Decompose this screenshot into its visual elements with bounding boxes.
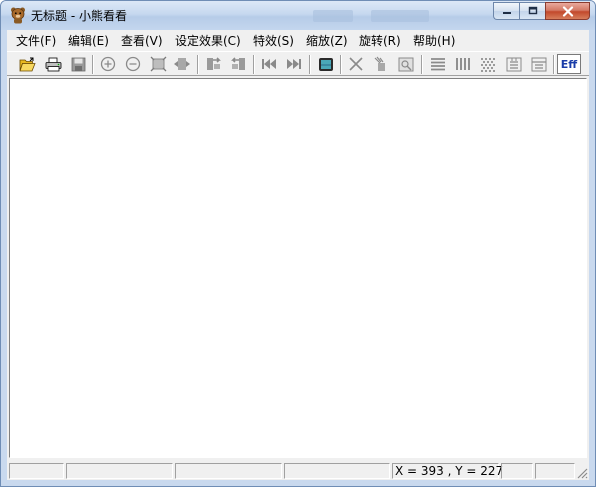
print-icon	[45, 57, 61, 71]
background-blur	[313, 10, 353, 22]
paint-icon	[374, 56, 385, 71]
menu-effects[interactable]: 设定效果(C)	[175, 32, 241, 49]
menu-bar: 文件(F) 编辑(E) 查看(V) 设定效果(C) 特效(S) 缩放(Z) 旋转…	[7, 30, 589, 50]
menu-help[interactable]: 帮助(H)	[413, 32, 455, 49]
caption-buttons	[493, 2, 590, 21]
minimize-icon	[502, 12, 511, 14]
toolbar: Eff	[7, 51, 589, 76]
status-panel	[66, 463, 173, 479]
status-panel	[501, 463, 533, 479]
rotate-left-button[interactable]	[204, 55, 222, 73]
toolbar-separator	[92, 55, 94, 74]
toolbar-separator	[340, 55, 342, 74]
window-title: 无标题 - 小熊看看	[31, 9, 127, 23]
mosaic-icon	[481, 57, 495, 72]
next-image-button[interactable]	[285, 55, 303, 73]
previous-image-button[interactable]	[260, 55, 278, 73]
effect-button[interactable]: Eff	[557, 54, 581, 74]
status-panel	[9, 463, 64, 479]
client-area: 文件(F) 编辑(E) 查看(V) 设定效果(C) 特效(S) 缩放(Z) 旋转…	[7, 30, 589, 480]
actual-size-button[interactable]	[173, 55, 191, 73]
bear-app-icon	[11, 7, 25, 24]
minimize-button[interactable]	[493, 2, 519, 20]
toolbar-separator	[309, 55, 311, 74]
status-panel	[175, 463, 282, 479]
rotate-right-button[interactable]	[229, 55, 247, 73]
status-panel	[535, 463, 575, 479]
close-icon	[562, 5, 573, 17]
rotate-left-icon	[206, 57, 221, 70]
horizontal-lines-button[interactable]	[429, 55, 447, 73]
previous-image-icon	[262, 59, 276, 69]
toolbar-separator	[253, 55, 255, 74]
thumbnail-icon	[398, 57, 414, 71]
effect-a-icon	[506, 57, 522, 71]
vertical-lines-button[interactable]	[454, 55, 472, 73]
horizontal-lines-icon	[431, 58, 445, 71]
effect-b-icon	[531, 57, 547, 71]
open-folder-icon	[18, 57, 36, 71]
actual-size-icon	[174, 58, 190, 70]
fit-window-icon	[150, 56, 166, 72]
vertical-lines-icon	[456, 58, 470, 70]
menu-special[interactable]: 特效(S)	[253, 32, 294, 49]
zoom-out-icon	[125, 56, 141, 72]
paint-button[interactable]	[372, 55, 390, 73]
zoom-in-icon	[100, 56, 116, 72]
open-button[interactable]	[18, 55, 36, 73]
delete-icon	[349, 57, 363, 71]
print-button[interactable]	[44, 55, 62, 73]
menu-rotate[interactable]: 旋转(R)	[359, 32, 401, 49]
delete-button[interactable]	[347, 55, 365, 73]
zoom-in-button[interactable]	[99, 55, 117, 73]
toolbar-separator	[421, 55, 423, 74]
menu-edit[interactable]: 编辑(E)	[68, 32, 109, 49]
maximize-icon	[528, 6, 537, 15]
rotate-right-icon	[230, 57, 245, 70]
image-canvas[interactable]	[9, 78, 587, 458]
toolbar-separator	[553, 55, 555, 74]
menu-view[interactable]: 查看(V)	[121, 32, 163, 49]
status-panel	[284, 463, 390, 479]
fullscreen-icon	[319, 57, 333, 71]
thumbnail-button[interactable]	[397, 55, 415, 73]
menu-file[interactable]: 文件(F)	[16, 32, 56, 49]
title-bar[interactable]: 无标题 - 小熊看看	[1, 1, 595, 30]
status-coordinates: X = 393 , Y = 227	[392, 463, 503, 479]
menu-zoom[interactable]: 缩放(Z)	[306, 32, 348, 49]
fullscreen-button[interactable]	[317, 55, 335, 73]
main-window: 无标题 - 小熊看看 文件(F) 编辑(E) 查看(V) 设定效果(C) 特效(…	[0, 0, 596, 487]
maximize-button[interactable]	[519, 2, 545, 20]
next-image-icon	[287, 59, 301, 69]
close-button[interactable]	[545, 2, 590, 20]
fit-window-button[interactable]	[149, 55, 167, 73]
background-blur	[371, 10, 429, 22]
mosaic-button[interactable]	[479, 55, 497, 73]
effect-a-button[interactable]	[505, 55, 523, 73]
status-bar: X = 393 , Y = 227	[7, 461, 589, 480]
toolbar-separator	[197, 55, 199, 74]
zoom-out-button[interactable]	[124, 55, 142, 73]
effect-b-button[interactable]	[530, 55, 548, 73]
resize-grip-icon[interactable]	[575, 466, 588, 479]
save-button[interactable]	[69, 55, 87, 73]
save-icon	[71, 57, 85, 71]
